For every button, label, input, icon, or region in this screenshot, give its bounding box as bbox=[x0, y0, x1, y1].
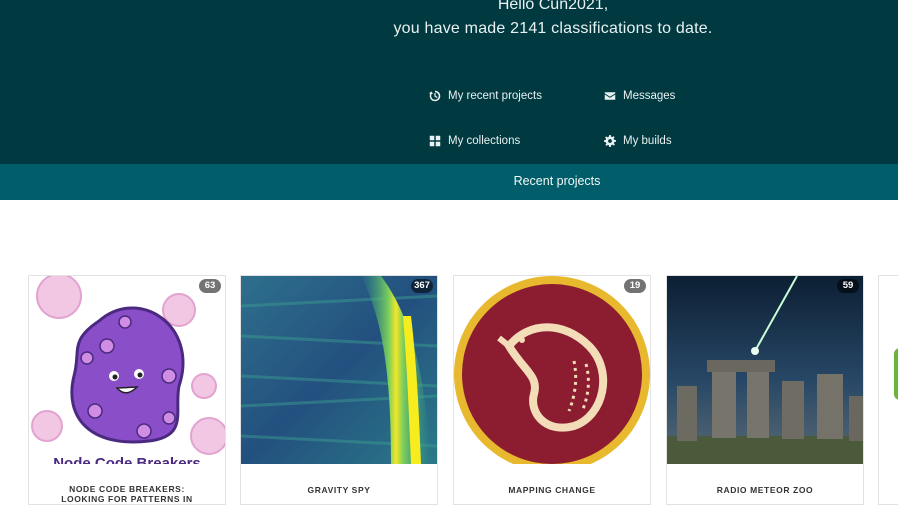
project-image: Node Code Breakers bbox=[29, 276, 225, 464]
project-card-partial[interactable] bbox=[878, 275, 898, 505]
grid-icon bbox=[429, 135, 441, 147]
stonehenge-meteor-illustration bbox=[667, 276, 863, 464]
project-title: GRAVITY SPY bbox=[307, 485, 371, 495]
my-collections-link[interactable]: My collections bbox=[429, 135, 520, 147]
my-collections-label: My collections bbox=[448, 135, 521, 147]
project-image bbox=[454, 276, 650, 464]
project-card-gravity-spy[interactable]: 367 GRAVITY SPY bbox=[240, 275, 438, 505]
project-card-radio-meteor-zoo[interactable]: 59 RADIO METEOR ZOO bbox=[666, 275, 864, 505]
greeting-classification-count: you have made 2141 classifications to da… bbox=[393, 20, 713, 37]
project-title: NODE CODE BREAKERS: LOOKING FOR PATTERNS… bbox=[37, 484, 217, 504]
greeting-line1: Hello Cun2021, bbox=[497, 0, 609, 13]
messages-label: Messages bbox=[623, 90, 676, 102]
my-recent-projects-link[interactable]: My recent projects bbox=[429, 90, 542, 102]
tab-recent-projects[interactable]: Recent projects bbox=[0, 174, 898, 188]
my-builds-label: My builds bbox=[623, 135, 672, 147]
numbat-logo bbox=[454, 276, 650, 464]
partial-project-image bbox=[894, 348, 898, 400]
classification-count-badge: 63 bbox=[199, 279, 221, 293]
spectrogram-illustration bbox=[241, 276, 437, 464]
classification-count-badge: 59 bbox=[837, 279, 859, 293]
history-icon bbox=[429, 90, 441, 102]
profile-hero: Hello Cun2021, you have made 2141 classi… bbox=[0, 0, 898, 164]
classification-count-badge: 19 bbox=[624, 279, 646, 293]
project-title: MAPPING CHANGE bbox=[508, 485, 596, 495]
messages-link[interactable]: Messages bbox=[604, 90, 675, 102]
project-card-node-code-breakers[interactable]: Node Code Breakers 63 NODE CODE BREAKERS… bbox=[28, 275, 226, 505]
project-image bbox=[667, 276, 863, 464]
project-title: RADIO METEOR ZOO bbox=[716, 485, 814, 495]
envelope-icon bbox=[604, 92, 616, 100]
classification-count-badge: 367 bbox=[411, 279, 433, 293]
bean-cell-illustration: Node Code Breakers bbox=[29, 276, 225, 464]
project-title-line1: NODE CODE BREAKERS: bbox=[69, 484, 185, 494]
node-code-breakers-logo-text: Node Code Breakers bbox=[53, 455, 201, 464]
project-card-mapping-change[interactable]: 19 MAPPING CHANGE bbox=[453, 275, 651, 505]
project-image bbox=[241, 276, 437, 464]
my-builds-link[interactable]: My builds bbox=[604, 135, 672, 147]
my-recent-projects-label: My recent projects bbox=[448, 90, 542, 102]
gear-icon bbox=[604, 135, 616, 147]
tab-bar: Recent projects bbox=[0, 164, 898, 200]
